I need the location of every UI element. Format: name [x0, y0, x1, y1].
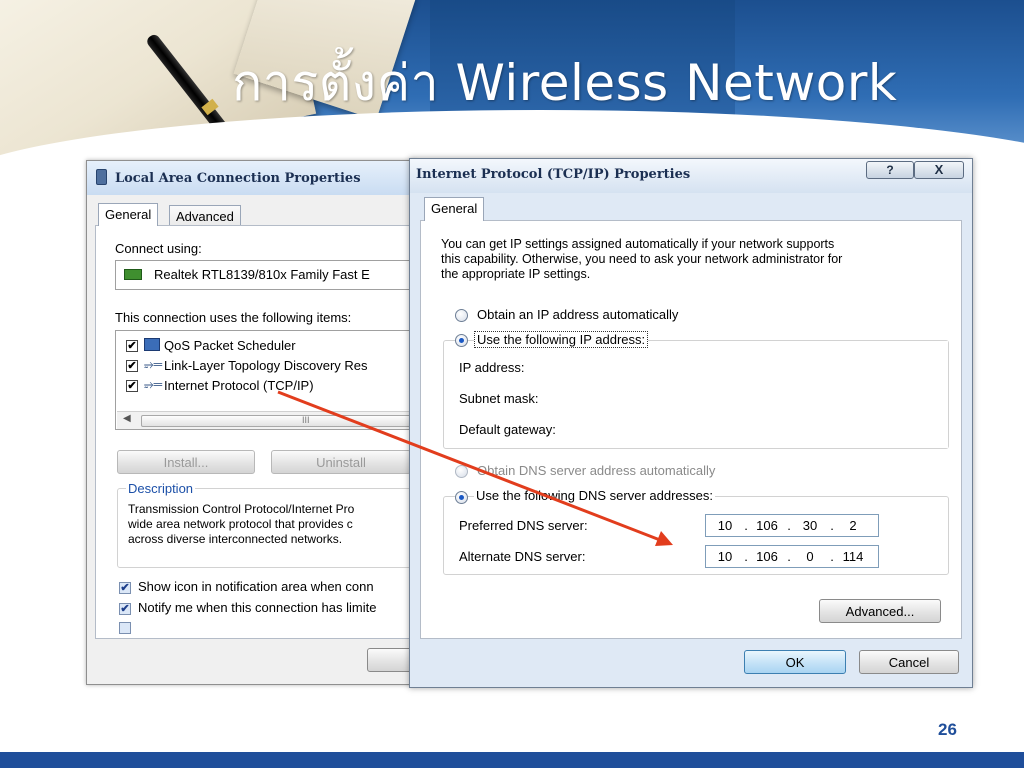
slide-footer-bar	[0, 752, 1024, 768]
page-number: 26	[938, 720, 957, 739]
arrow-line	[277, 390, 661, 542]
annotation-arrow	[277, 390, 673, 546]
tab-general[interactable]: General	[98, 203, 159, 226]
tab-general[interactable]: General	[424, 197, 485, 221]
